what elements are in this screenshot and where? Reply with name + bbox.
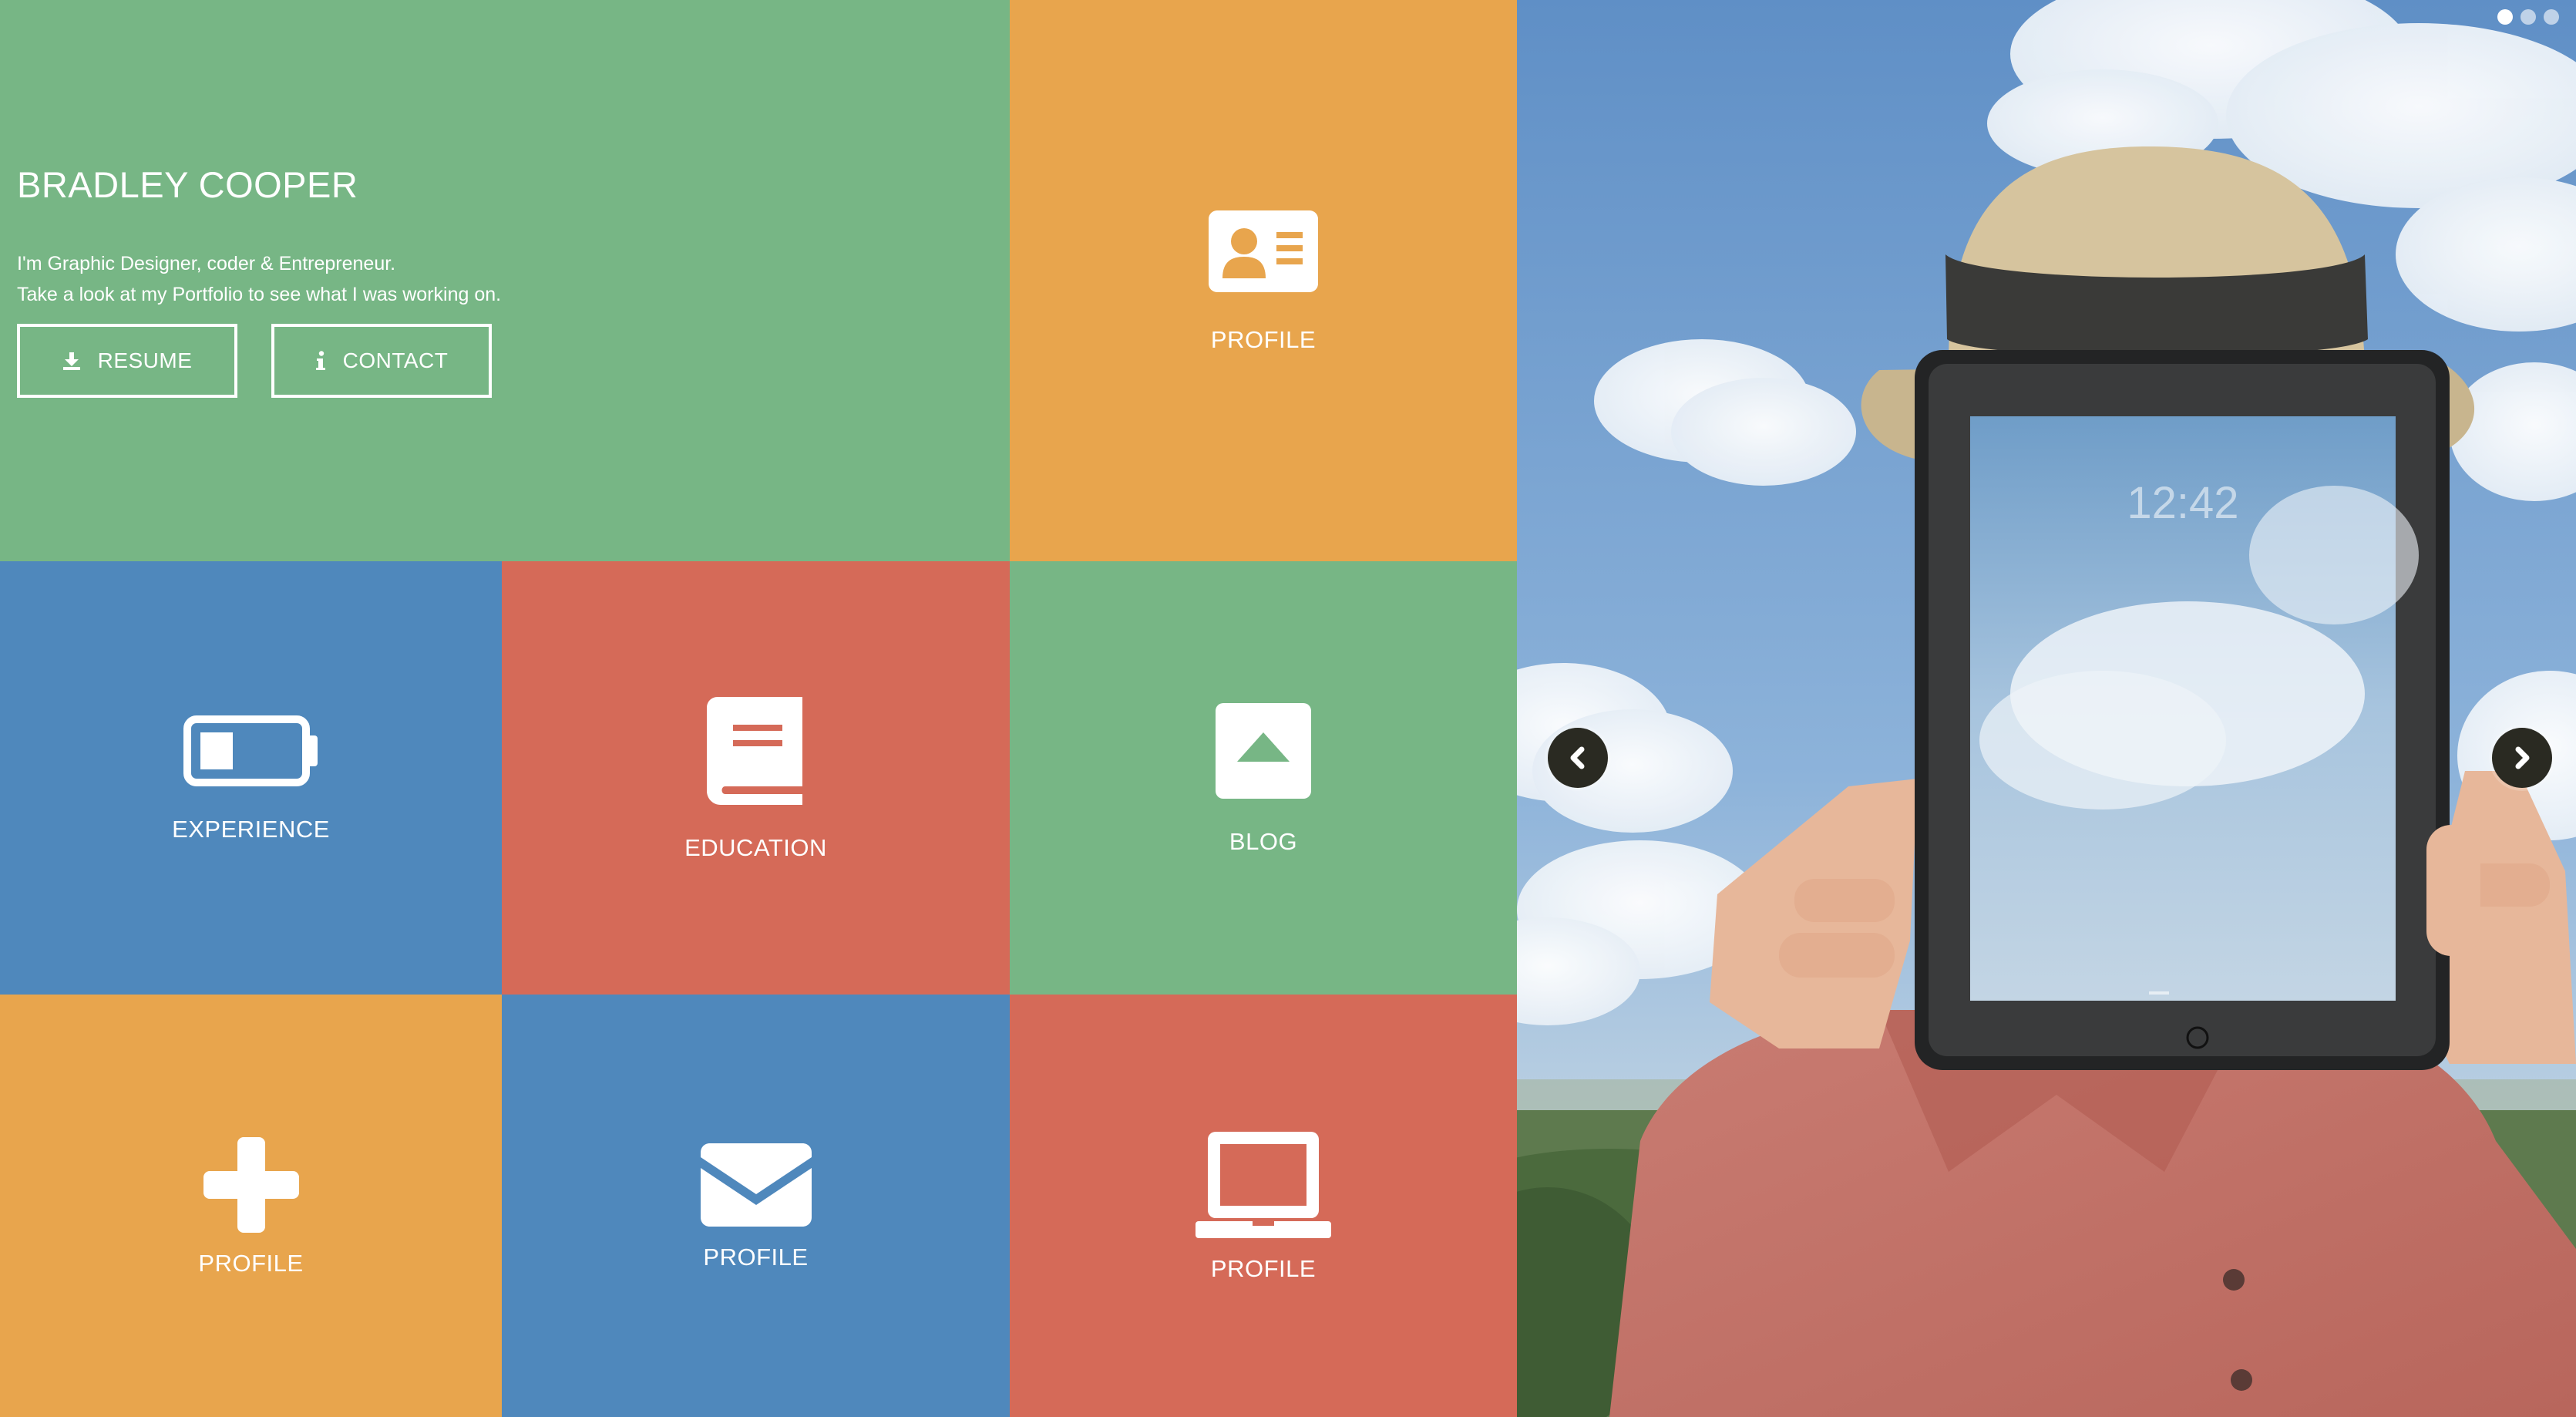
- page-title: BRADLEY COOPER: [17, 164, 358, 205]
- tablet-clock: 12:42: [2127, 478, 2238, 528]
- profile-mail-tile[interactable]: PROFILE: [502, 995, 1010, 1417]
- contact-button[interactable]: CONTACT: [271, 324, 492, 398]
- laptop-icon: [1196, 1131, 1331, 1238]
- slider-next-button[interactable]: [2492, 728, 2552, 788]
- blog-tile[interactable]: BLOG: [1010, 561, 1517, 995]
- chevron-right-icon: [2511, 746, 2533, 770]
- slider-dot-2[interactable]: [2521, 9, 2536, 25]
- profile-plus-tile-label: PROFILE: [198, 1249, 304, 1277]
- slider-dot-3[interactable]: [2544, 9, 2559, 25]
- profile-mail-tile-label: PROFILE: [703, 1243, 809, 1271]
- envelope-icon: [700, 1143, 812, 1227]
- intro-tile: BRADLEY COOPER I'm Graphic Designer, cod…: [0, 0, 1010, 561]
- blog-tile-label: BLOG: [1229, 827, 1298, 855]
- plus-icon: [203, 1136, 299, 1233]
- profile-laptop-tile[interactable]: PROFILE: [1010, 995, 1517, 1417]
- contact-button-label: CONTACT: [342, 348, 449, 372]
- book-icon: [706, 696, 805, 805]
- profile-laptop-tile-label: PROFILE: [1210, 1254, 1317, 1282]
- education-tile-label: EDUCATION: [684, 833, 827, 861]
- resume-button-label: RESUME: [97, 348, 193, 372]
- slider-photo: 12:42: [1517, 0, 2576, 1417]
- chevron-left-icon: [1567, 746, 1589, 770]
- profile-tile-label: PROFILE: [1210, 325, 1317, 353]
- intro-bio: I'm Graphic Designer, coder & Entreprene…: [17, 248, 501, 310]
- battery-icon: [183, 715, 319, 786]
- experience-tile-label: EXPERIENCE: [172, 815, 330, 843]
- education-tile[interactable]: EDUCATION: [502, 561, 1010, 995]
- profile-plus-tile[interactable]: PROFILE: [0, 995, 502, 1417]
- caret-up-square-icon: [1216, 702, 1311, 799]
- image-slider[interactable]: 12:42: [1517, 0, 2576, 1417]
- profile-tile[interactable]: PROFILE: [1010, 0, 1517, 561]
- download-icon: [62, 352, 81, 370]
- bio-line-1: I'm Graphic Designer, coder & Entreprene…: [17, 253, 396, 274]
- portfolio-page: BRADLEY COOPER I'm Graphic Designer, cod…: [0, 0, 2576, 1417]
- slider-pagination: [2497, 9, 2559, 25]
- id-card-icon: [1209, 210, 1318, 292]
- info-icon: [315, 351, 326, 371]
- bio-line-2: Take a look at my Portfolio to see what …: [17, 284, 502, 305]
- experience-tile[interactable]: EXPERIENCE: [0, 561, 502, 995]
- slider-dot-1[interactable]: [2497, 9, 2513, 25]
- slider-prev-button[interactable]: [1548, 728, 1608, 788]
- resume-button[interactable]: RESUME: [17, 324, 237, 398]
